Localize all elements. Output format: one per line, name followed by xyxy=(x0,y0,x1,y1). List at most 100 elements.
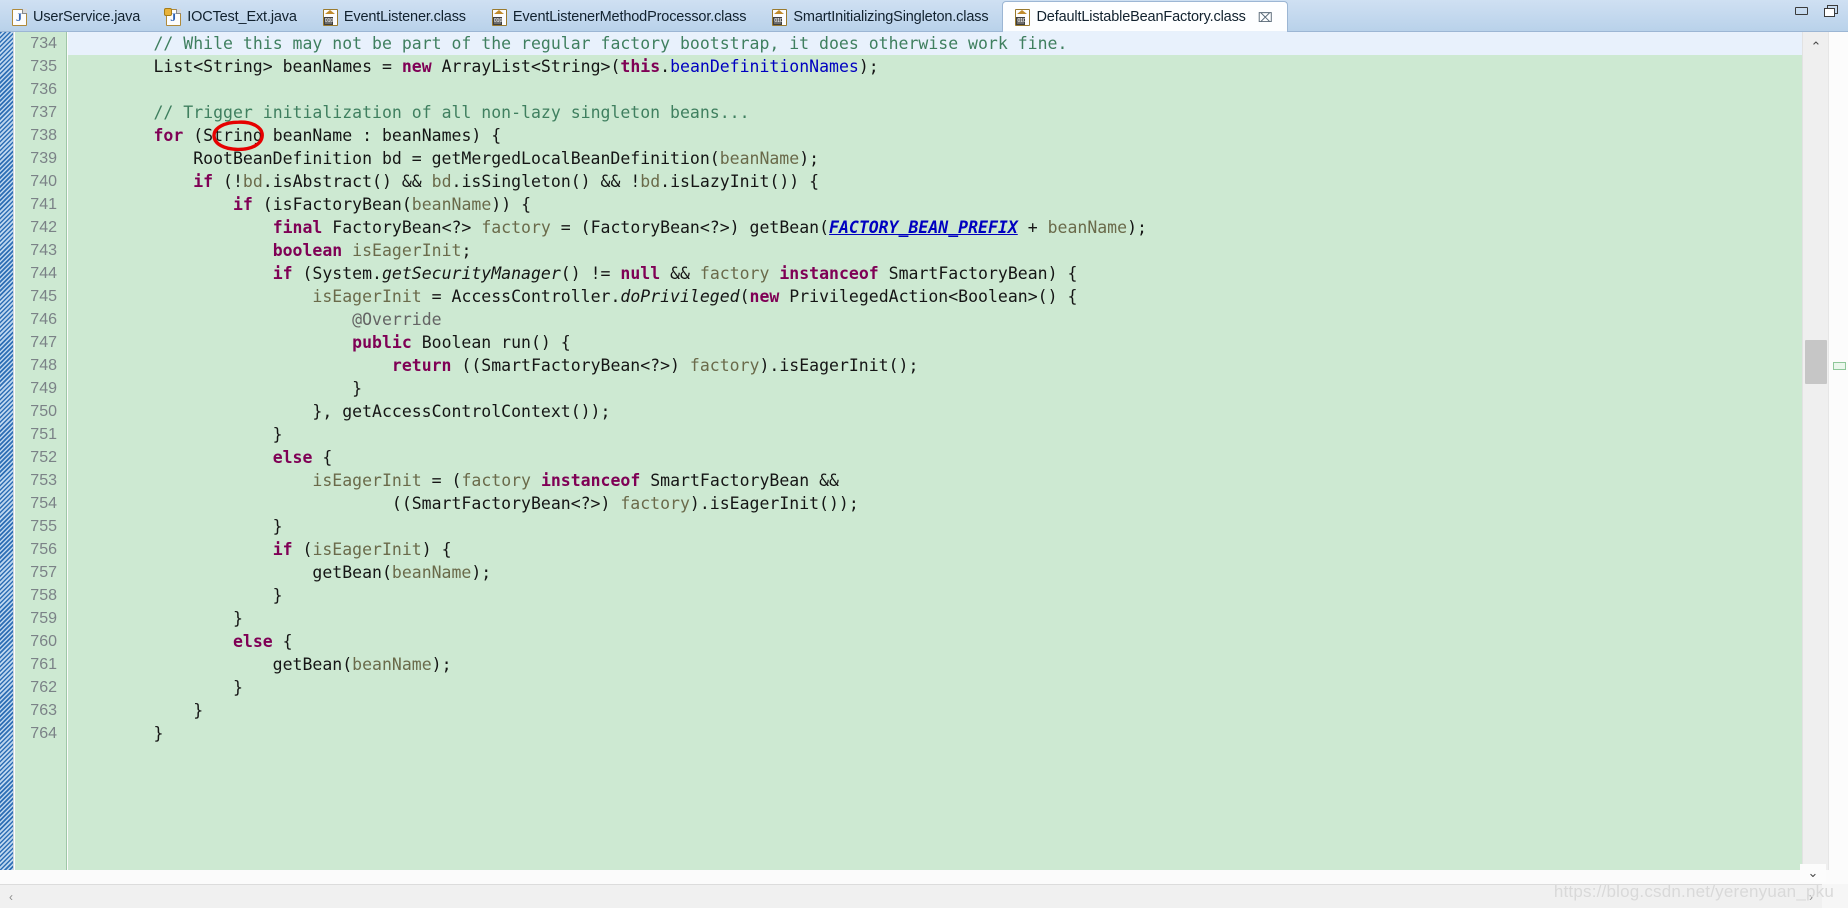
tab-smartinitializingsingleton-class[interactable]: 010 SmartInitializingSingleton.class xyxy=(760,2,1002,32)
code-token: && xyxy=(660,264,700,283)
tab-eventlistener-class[interactable]: 010 EventListener.class xyxy=(311,2,480,32)
code-line[interactable]: if (!bd.isAbstract() && bd.isSingleton()… xyxy=(68,170,1802,193)
code-token: ((SmartFactoryBean<?>) xyxy=(451,356,690,375)
code-token: instanceof xyxy=(779,264,879,283)
vertical-scrollbar-thumb[interactable] xyxy=(1805,340,1827,384)
code-line[interactable]: } xyxy=(68,722,1802,745)
code-token: bd xyxy=(431,172,452,191)
tabs-container: J UserService.java J IOCTest_Ext.java 010 Eve… xyxy=(0,0,1288,32)
code-line[interactable]: }, getAccessControlContext()); xyxy=(68,400,1802,423)
code-text-area[interactable]: // While this may not be part of the reg… xyxy=(68,32,1802,870)
scroll-down-arrow-icon[interactable]: ⌄ xyxy=(1800,864,1826,882)
code-token: beanName xyxy=(411,195,492,214)
restore-button[interactable] xyxy=(1823,4,1838,17)
overview-ruler-mark[interactable] xyxy=(1833,362,1846,370)
line-number: 760 xyxy=(30,633,57,650)
code-token: FACTORY_BEAN_PREFIX xyxy=(829,218,1018,237)
code-token: getBean( xyxy=(74,563,392,582)
overview-ruler[interactable] xyxy=(1828,32,1848,870)
code-token: if xyxy=(193,172,214,191)
code-token: if xyxy=(272,540,293,559)
code-token: () != xyxy=(560,264,621,283)
line-number: 737 xyxy=(30,104,57,121)
tab-userservice-java[interactable]: J UserService.java xyxy=(0,2,154,32)
class-file-icon: 010 xyxy=(772,8,788,26)
code-line[interactable]: final FactoryBean<?> factory = (FactoryB… xyxy=(68,216,1802,239)
code-line[interactable]: else { xyxy=(68,630,1802,653)
code-token: ); xyxy=(799,149,820,168)
code-token: }, getAccessControlContext()); xyxy=(74,402,611,421)
code-token: beanName xyxy=(1047,218,1128,237)
code-token: // Trigger initialization of all non-laz… xyxy=(153,103,750,122)
horizontal-scrollbar[interactable]: ‹ › xyxy=(0,884,1848,908)
code-line[interactable]: @Override xyxy=(68,308,1802,331)
code-token: .isSingleton() && ! xyxy=(451,172,641,191)
code-line[interactable] xyxy=(68,78,1802,101)
code-line[interactable]: getBean(beanName); xyxy=(68,653,1802,676)
code-line[interactable]: if (isFactoryBean(beanName)) { xyxy=(68,193,1802,216)
code-token: factory xyxy=(620,494,690,513)
annotation-ruler-bar[interactable] xyxy=(0,32,14,870)
code-line[interactable]: ((SmartFactoryBean<?>) factory).isEagerI… xyxy=(68,492,1802,515)
line-number: 738 xyxy=(30,127,57,144)
code-line[interactable]: isEagerInit = (factory instanceof SmartF… xyxy=(68,469,1802,492)
code-line[interactable]: return ((SmartFactoryBean<?>) factory).i… xyxy=(68,354,1802,377)
tab-label: EventListenerMethodProcessor.class xyxy=(512,9,747,25)
code-token: ) { xyxy=(421,540,452,559)
code-line[interactable]: } xyxy=(68,377,1802,400)
line-number: 740 xyxy=(30,173,57,190)
close-icon[interactable]: ⌧ xyxy=(1258,11,1273,24)
code-line[interactable]: public Boolean run() { xyxy=(68,331,1802,354)
code-token: else xyxy=(232,632,273,651)
code-token: ); xyxy=(1127,218,1147,237)
code-line[interactable]: // While this may not be part of the reg… xyxy=(68,32,1802,55)
code-token: // While this may not be part of the reg… xyxy=(153,34,1068,53)
code-line[interactable]: } xyxy=(68,676,1802,699)
code-line[interactable]: for (String beanName : beanNames) { xyxy=(68,124,1802,147)
window-controls xyxy=(1794,4,1838,17)
code-line[interactable]: List<String> beanNames = new ArrayList<S… xyxy=(68,55,1802,78)
code-line[interactable]: RootBeanDefinition bd = getMergedLocalBe… xyxy=(68,147,1802,170)
tab-label: EventListener.class xyxy=(343,9,466,25)
code-line[interactable]: } xyxy=(68,515,1802,538)
line-number: 761 xyxy=(30,656,57,673)
code-line[interactable]: // Trigger initialization of all non-laz… xyxy=(68,101,1802,124)
line-number: 754 xyxy=(30,495,57,512)
horizontal-scrollbar-thumb[interactable] xyxy=(22,889,1782,904)
scroll-up-arrow-icon[interactable]: ⌃ xyxy=(1803,38,1829,56)
java-file-locked-icon: J xyxy=(164,7,182,26)
code-line[interactable]: isEagerInit = AccessController.doPrivile… xyxy=(68,285,1802,308)
tab-eventlistenermethodprocessor-class[interactable]: 010 EventListenerMethodProcessor.class xyxy=(480,2,760,32)
code-line[interactable]: } xyxy=(68,584,1802,607)
code-token: getSecurityManager xyxy=(381,264,561,283)
code-token: ).isEagerInit()); xyxy=(689,494,859,513)
tab-ioctest_ext-java[interactable]: J IOCTest_Ext.java xyxy=(154,2,311,32)
code-token: { xyxy=(312,448,333,467)
code-line[interactable]: if (isEagerInit) { xyxy=(68,538,1802,561)
vertical-scrollbar[interactable]: ⌃ xyxy=(1802,32,1828,870)
tab-defaultlistablebeanfactory-class[interactable]: 010 DefaultListableBeanFactory.class ⌧ xyxy=(1002,1,1288,32)
minimize-button[interactable] xyxy=(1794,4,1809,17)
class-file-icon: 010 xyxy=(1015,8,1031,26)
line-number: 764 xyxy=(30,725,57,742)
code-line[interactable]: boolean isEagerInit; xyxy=(68,239,1802,262)
scroll-left-arrow-icon[interactable]: ‹ xyxy=(0,890,22,904)
scroll-right-arrow-icon[interactable]: › xyxy=(1800,890,1822,904)
code-line[interactable]: if (System.getSecurityManager() != null … xyxy=(68,262,1802,285)
code-token: for xyxy=(153,126,184,145)
code-line[interactable]: } xyxy=(68,699,1802,722)
code-token: null xyxy=(620,264,661,283)
code-line[interactable]: else { xyxy=(68,446,1802,469)
code-line[interactable]: } xyxy=(68,607,1802,630)
code-token: ( xyxy=(292,540,313,559)
code-token: .isLazyInit()) { xyxy=(660,172,820,191)
code-line[interactable]: getBean(beanName); xyxy=(68,561,1802,584)
code-line[interactable]: } xyxy=(68,423,1802,446)
code-token: SmartFactoryBean && xyxy=(640,471,839,490)
code-token: if xyxy=(272,264,293,283)
code-token: isEagerInit xyxy=(312,287,422,306)
